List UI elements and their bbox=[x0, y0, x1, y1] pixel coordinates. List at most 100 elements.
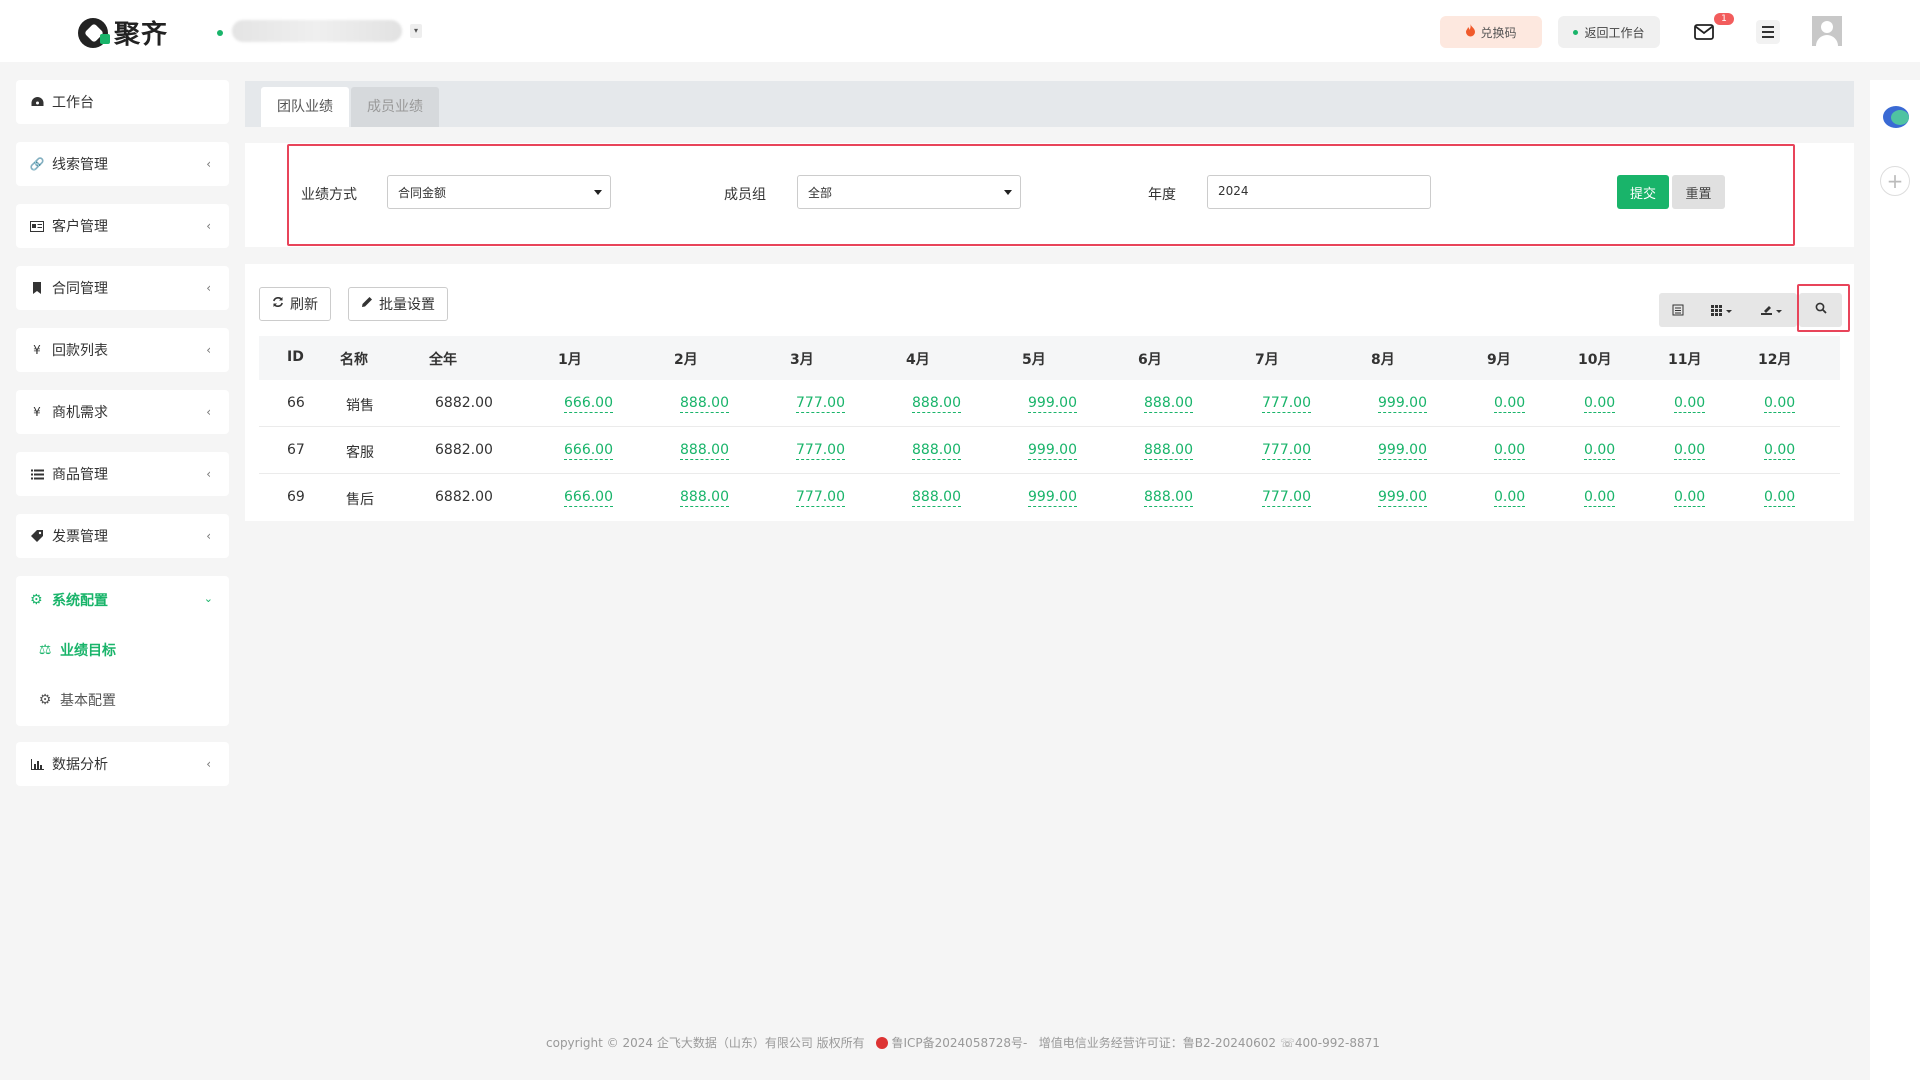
avatar[interactable] bbox=[1812, 16, 1842, 46]
footer-icp[interactable]: 鲁ICP备2024058728号- bbox=[891, 1036, 1027, 1050]
column-header[interactable]: 5月 bbox=[1022, 349, 1046, 369]
sidebar-item-opportunities[interactable]: ¥ 商机需求 ‹ bbox=[16, 390, 229, 434]
chevron-left-icon: ‹ bbox=[206, 405, 211, 419]
cell-month-editable[interactable]: 666.00 bbox=[564, 489, 613, 507]
cell-month-editable[interactable]: 999.00 bbox=[1028, 489, 1077, 507]
column-header[interactable]: ID bbox=[287, 349, 304, 365]
tab-member-performance[interactable]: 成员业绩 bbox=[351, 87, 439, 127]
sidebar-item-label: 商机需求 bbox=[52, 405, 108, 421]
column-header[interactable]: 6月 bbox=[1138, 349, 1162, 369]
reset-button[interactable]: 重置 bbox=[1672, 175, 1725, 209]
column-header[interactable]: 全年 bbox=[429, 349, 457, 369]
cell-month-editable[interactable]: 888.00 bbox=[1144, 442, 1193, 460]
cell-month-editable[interactable]: 777.00 bbox=[1262, 395, 1311, 413]
redeem-code-button[interactable]: 兑换码 bbox=[1440, 16, 1542, 48]
sidebar-item-leads[interactable]: 🔗 线索管理 ‹ bbox=[16, 142, 229, 186]
column-header[interactable]: 11月 bbox=[1668, 349, 1701, 369]
cell-total: 6882.00 bbox=[435, 489, 493, 505]
cell-month-editable[interactable]: 666.00 bbox=[564, 395, 613, 413]
cell-month-editable[interactable]: 0.00 bbox=[1584, 442, 1616, 460]
company-name-blurred[interactable] bbox=[232, 20, 402, 42]
column-header[interactable]: 10月 bbox=[1578, 349, 1611, 369]
cell-month-editable[interactable]: 0.00 bbox=[1674, 395, 1706, 413]
cell-month-editable[interactable]: 0.00 bbox=[1764, 489, 1796, 507]
cell-month-editable[interactable]: 0.00 bbox=[1494, 395, 1526, 413]
batch-settings-button[interactable]: 批量设置 bbox=[348, 287, 448, 321]
cell-month-editable[interactable]: 0.00 bbox=[1584, 395, 1616, 413]
cell-month-editable[interactable]: 888.00 bbox=[1144, 489, 1193, 507]
column-header[interactable]: 名称 bbox=[340, 349, 368, 369]
cell-month-editable[interactable]: 0.00 bbox=[1494, 442, 1526, 460]
hamburger-menu-icon[interactable] bbox=[1756, 20, 1780, 44]
cell-month-editable[interactable]: 888.00 bbox=[680, 395, 729, 413]
link-icon: 🔗 bbox=[29, 157, 45, 171]
sidebar-subitem-performance-target[interactable]: ⚖ 业绩目标 bbox=[38, 640, 116, 660]
sidebar-item-products[interactable]: 商品管理 ‹ bbox=[16, 452, 229, 496]
year-input[interactable]: 2024 bbox=[1207, 175, 1431, 209]
cell-month-editable[interactable]: 888.00 bbox=[912, 395, 961, 413]
cell-month-editable[interactable]: 888.00 bbox=[680, 489, 729, 507]
column-header[interactable]: 1月 bbox=[558, 349, 582, 369]
column-header[interactable]: 8月 bbox=[1371, 349, 1395, 369]
gear-icon: ⚙ bbox=[38, 692, 52, 708]
sidebar-item-invoices[interactable]: 发票管理 ‹ bbox=[16, 514, 229, 558]
cell-month-editable[interactable]: 0.00 bbox=[1494, 489, 1526, 507]
cell-month-editable[interactable]: 888.00 bbox=[912, 442, 961, 460]
sidebar-item-analytics[interactable]: 数据分析 ‹ bbox=[16, 742, 229, 786]
column-header[interactable]: 9月 bbox=[1487, 349, 1511, 369]
cell-month-editable[interactable]: 777.00 bbox=[796, 395, 845, 413]
cell-month-editable[interactable]: 999.00 bbox=[1378, 489, 1427, 507]
year-label: 年度 bbox=[1148, 187, 1176, 203]
company-dropdown-caret[interactable]: ▾ bbox=[410, 24, 422, 38]
right-float-strip bbox=[1870, 80, 1920, 1080]
cell-month-editable[interactable]: 666.00 bbox=[564, 442, 613, 460]
plus-icon[interactable]: + bbox=[1880, 166, 1910, 196]
sidebar-item-contracts[interactable]: 合同管理 ‹ bbox=[16, 266, 229, 310]
column-header[interactable]: 3月 bbox=[790, 349, 814, 369]
cell-total: 6882.00 bbox=[435, 442, 493, 458]
export-icon[interactable] bbox=[1747, 293, 1797, 327]
cell-month-editable[interactable]: 888.00 bbox=[1144, 395, 1193, 413]
cell-month-editable[interactable]: 777.00 bbox=[1262, 489, 1311, 507]
cell-month-editable[interactable]: 999.00 bbox=[1028, 442, 1077, 460]
back-to-workbench-label: 返回工作台 bbox=[1584, 25, 1645, 40]
column-header[interactable]: 4月 bbox=[906, 349, 930, 369]
cell-month-editable[interactable]: 0.00 bbox=[1764, 395, 1796, 413]
cell-month-editable[interactable]: 0.00 bbox=[1584, 489, 1616, 507]
cell-month-editable[interactable]: 777.00 bbox=[796, 489, 845, 507]
cell-month-editable[interactable]: 777.00 bbox=[1262, 442, 1311, 460]
cell-month-editable[interactable]: 999.00 bbox=[1378, 395, 1427, 413]
sidebar-group-system: ⚙ 系统配置 ⌄ ⚖ 业绩目标 ⚙ 基本配置 bbox=[16, 576, 229, 726]
cell-month-editable[interactable]: 999.00 bbox=[1028, 395, 1077, 413]
cell-month-editable[interactable]: 0.00 bbox=[1764, 442, 1796, 460]
cell-month-editable[interactable]: 888.00 bbox=[680, 442, 729, 460]
sidebar-subitem-basic-config[interactable]: ⚙ 基本配置 bbox=[38, 690, 116, 710]
sidebar-item-payments[interactable]: ¥ 回款列表 ‹ bbox=[16, 328, 229, 372]
cell-month-editable[interactable]: 0.00 bbox=[1674, 442, 1706, 460]
group-select[interactable]: 全部 bbox=[797, 175, 1021, 209]
back-to-workbench-button[interactable]: 返回工作台 bbox=[1558, 16, 1660, 48]
logo[interactable]: 聚齐 bbox=[78, 14, 168, 51]
columns-toggle-icon[interactable] bbox=[1697, 293, 1747, 327]
refresh-button[interactable]: 刷新 bbox=[259, 287, 331, 321]
cell-month-editable[interactable]: 888.00 bbox=[912, 489, 961, 507]
cell-month-editable[interactable]: 777.00 bbox=[796, 442, 845, 460]
sidebar-item-workbench[interactable]: 工作台 bbox=[16, 80, 229, 124]
sidebar-item-customers[interactable]: 客户管理 ‹ bbox=[16, 204, 229, 248]
chat-icon[interactable] bbox=[1883, 106, 1909, 128]
column-header[interactable]: 12月 bbox=[1758, 349, 1791, 369]
cell-month-editable[interactable]: 999.00 bbox=[1378, 442, 1427, 460]
cogs-icon: ⚙ bbox=[30, 592, 43, 608]
column-header[interactable]: 7月 bbox=[1255, 349, 1279, 369]
caret-down-icon bbox=[594, 190, 602, 195]
mail-icon[interactable] bbox=[1692, 20, 1716, 44]
method-select[interactable]: 合同金额 bbox=[387, 175, 611, 209]
table-tools-group bbox=[1659, 293, 1797, 327]
id-card-icon bbox=[30, 219, 44, 233]
sidebar-item-system-config[interactable]: ⚙ 系统配置 bbox=[30, 590, 108, 610]
table-view-icon[interactable] bbox=[1659, 293, 1697, 327]
tab-team-performance[interactable]: 团队业绩 bbox=[261, 87, 349, 127]
submit-button[interactable]: 提交 bbox=[1617, 175, 1669, 209]
column-header[interactable]: 2月 bbox=[674, 349, 698, 369]
cell-month-editable[interactable]: 0.00 bbox=[1674, 489, 1706, 507]
